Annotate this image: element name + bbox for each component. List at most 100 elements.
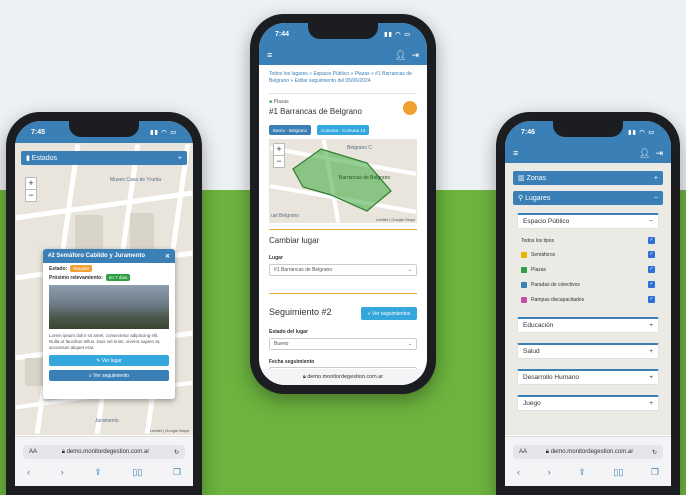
place-type-label: Plazas [273, 99, 289, 105]
menu-icon[interactable]: ≡ [513, 148, 518, 158]
view-place-button[interactable]: ✎ Ver lugar [49, 355, 169, 366]
chevron-down-icon: ⌄ [407, 267, 412, 273]
phone-notch [308, 23, 378, 39]
user-icon[interactable]: 👤︎ [395, 50, 406, 60]
layer-all-label: Todos los tipos [521, 237, 555, 244]
layer-paradas[interactable]: Paradas de colectivos ✓ [521, 279, 655, 290]
lugares-panel-header[interactable]: ⚲ Lugares − [513, 191, 663, 205]
phone-map-estados: 7:45 ▮▮ ◠ ▭ Museo Casa de Yrurtia Jurame… [6, 112, 202, 495]
phone3-screen: 7:46 ▮▮ ◠ ▭ ≡ 👤︎ ⇥ ▥ Zonas + ⚲ Lugares −… [505, 121, 671, 486]
forward-icon[interactable]: › [548, 467, 551, 478]
zoom-out-button[interactable]: − [273, 155, 285, 168]
map-popup: #2 Semáforo Cabildo y Juramento ✕ Estado… [43, 249, 175, 399]
category-label: Juego [523, 400, 541, 407]
place-map[interactable]: + − Belgrano C Barrancas de Belgrano uel… [269, 139, 417, 223]
user-icon[interactable]: 👤︎ [639, 148, 650, 158]
accordion-espacio-publico[interactable]: Espacio Público − [517, 213, 659, 229]
traffic-light-icon [521, 251, 527, 258]
text-size-button[interactable]: AA [29, 449, 37, 455]
close-icon[interactable]: ✕ [165, 253, 170, 260]
text-size-button[interactable]: AA [519, 449, 527, 455]
browser-toolbar: AA 🔒︎ demo.monitordegestion.com.ar ↻ ‹ ›… [15, 436, 193, 486]
forward-icon[interactable]: › [61, 467, 64, 478]
expand-plus-icon[interactable]: + [649, 400, 653, 407]
espacio-publico-label: Espacio Público [523, 218, 570, 225]
estados-panel-header[interactable]: ▮ Estados + [21, 151, 187, 165]
accordion-juego[interactable]: Juego + [517, 395, 659, 411]
breadcrumb[interactable]: Todos los lugares » Espacio Público » Pl… [269, 71, 417, 85]
checkbox-checked[interactable]: ✓ [648, 266, 655, 273]
phone1-screen: 7:45 ▮▮ ◠ ▭ Museo Casa de Yrurtia Jurame… [15, 121, 193, 486]
place-select[interactable]: #1 Barrancas de Belgrano ⌄ [269, 264, 417, 276]
map-label-juramento: Juramento [95, 418, 119, 424]
collapse-minus-icon[interactable]: − [654, 195, 658, 202]
layer-all-types[interactable]: Todos los tipos ✓ [521, 235, 655, 246]
share-icon[interactable]: ⇪ [578, 467, 586, 478]
place-photo [49, 285, 169, 329]
map-attribution[interactable]: Leaflet | Google Maps [376, 217, 415, 222]
expand-plus-icon[interactable]: + [649, 348, 653, 355]
expand-plus-icon[interactable]: + [654, 175, 658, 182]
logout-icon[interactable]: ⇥ [655, 148, 663, 158]
layer-plazas[interactable]: Plazas ✓ [521, 264, 655, 275]
review-label: Próximo relevamiento: [49, 274, 103, 281]
browser-nav: ‹ › ⇪ ▯▯ ❐ [27, 467, 181, 478]
browser-nav: ‹ › ⇪ ▯▯ ❐ [517, 467, 659, 478]
map-attribution[interactable]: Leaflet | Google Maps [150, 428, 189, 433]
logout-icon[interactable]: ⇥ [411, 50, 419, 60]
checkbox-checked[interactable]: ✓ [648, 281, 655, 288]
address-bar[interactable]: 🔒︎ demo.monitordegestion.com.ar [259, 369, 427, 385]
checkbox-checked[interactable]: ✓ [648, 296, 655, 303]
view-follow-button[interactable]: ⌕ Ver seguimiento [49, 370, 169, 381]
follow-title: Seguimiento #2 [269, 307, 332, 317]
back-icon[interactable]: ‹ [27, 467, 30, 478]
address-bar[interactable]: AA 🔒︎ demo.monitordegestion.com.ar ↻ [513, 445, 663, 459]
popup-title: #2 Semáforo Cabildo y Juramento [48, 253, 146, 259]
zoom-out-button[interactable]: − [25, 189, 37, 202]
estados-title: Estados [31, 155, 58, 162]
expand-plus-icon[interactable]: + [649, 322, 653, 329]
address-bar[interactable]: AA 🔒︎ demo.monitordegestion.com.ar ↻ [23, 445, 185, 459]
tabs-icon[interactable]: ❐ [651, 467, 659, 478]
share-icon[interactable]: ⇪ [94, 467, 102, 478]
status-time: 7:45 [31, 128, 46, 136]
view-follow-button[interactable]: ⌕ Ver seguimientos [361, 307, 417, 320]
accordion-salud[interactable]: Salud + [517, 343, 659, 359]
view-place-label: Ver lugar [101, 357, 122, 364]
state-select[interactable]: Bueno ⌄ [269, 338, 417, 350]
place-polygon[interactable] [269, 139, 417, 223]
checkbox-checked[interactable]: ✓ [648, 251, 655, 258]
back-icon[interactable]: ‹ [517, 467, 520, 478]
category-label: Desarrollo Humano [523, 374, 579, 381]
divider [269, 293, 417, 294]
reload-icon[interactable]: ↻ [652, 449, 657, 456]
layer-semaforos[interactable]: Semáforos ✓ [521, 249, 655, 260]
accordion-educacion[interactable]: Educación + [517, 317, 659, 333]
collapse-minus-icon[interactable]: − [649, 218, 653, 225]
phone-edit-seguimiento: 7:44 ▮▮ ◠ ▭ ≡ 👤︎ ⇥ Todos los lugares » E… [250, 14, 436, 394]
reload-icon[interactable]: ↻ [174, 449, 179, 456]
expand-plus-icon[interactable]: + [649, 374, 653, 381]
checkbox-checked[interactable]: ✓ [648, 237, 655, 244]
expand-plus-icon[interactable]: + [178, 155, 182, 162]
zonas-panel-header[interactable]: ▥ Zonas + [513, 171, 663, 185]
signal-battery-icon: ▮▮ ◠ ▭ [150, 129, 177, 136]
signal-battery-icon: ▮▮ ◠ ▭ [628, 129, 655, 136]
popup-review-row: Próximo relevamiento: en 7 días [43, 272, 175, 281]
popup-description: Lorem ipsum dolor sit amet, consectetur … [49, 333, 161, 350]
bookmarks-icon[interactable]: ▯▯ [613, 467, 623, 478]
category-label: Educación [523, 322, 554, 329]
layer-label: Rampas discapacitados [531, 296, 585, 303]
status-time: 7:44 [275, 30, 290, 38]
status-dot-icon [403, 101, 417, 115]
lugares-title: Lugares [525, 195, 551, 202]
layer-rampas[interactable]: Rampas discapacitados ✓ [521, 294, 655, 305]
chip-barrio: Barrio - Belgrano [269, 125, 312, 135]
url-text: demo.monitordegestion.com.ar [307, 374, 384, 380]
change-place-title: Cambiar lugar [269, 236, 320, 245]
bookmarks-icon[interactable]: ▯▯ [132, 467, 142, 478]
status-label: Estado: [49, 265, 68, 272]
tabs-icon[interactable]: ❐ [173, 467, 181, 478]
accordion-desarrollo-humano[interactable]: Desarrollo Humano + [517, 369, 659, 385]
menu-icon[interactable]: ≡ [267, 50, 272, 60]
